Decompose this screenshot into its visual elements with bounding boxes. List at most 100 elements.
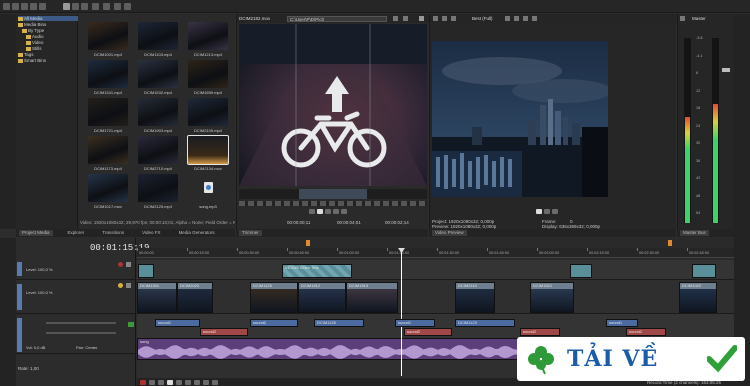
search-icon[interactable] — [124, 3, 131, 10]
preview-settings-icon[interactable] — [433, 16, 438, 21]
preview-pause-icon[interactable] — [544, 209, 550, 214]
master-fader-knob[interactable] — [722, 68, 730, 72]
track-3-handle-icon[interactable] — [17, 318, 22, 352]
media-thumbnail[interactable]: DCIM2125.mp4 — [134, 174, 182, 210]
preview-grid-icon[interactable] — [514, 16, 519, 21]
trimmer-timeline[interactable] — [239, 189, 427, 199]
next-frame-icon[interactable] — [203, 379, 209, 385]
media-tree-item[interactable]: All Media — [18, 16, 78, 21]
audio-clip[interactable]: sound2 — [520, 328, 560, 336]
track-3-pan-slider[interactable] — [46, 332, 116, 334]
media-thumbnail[interactable]: DCIM1017.mov — [84, 174, 132, 210]
track-2-mute-icon[interactable] — [118, 283, 123, 288]
track-1-handle-icon[interactable] — [17, 262, 22, 276]
trimmer-play-icon[interactable] — [317, 209, 323, 214]
open-icon[interactable] — [12, 3, 19, 10]
audio-clip[interactable]: sound1 — [606, 319, 638, 327]
close-icon[interactable] — [63, 3, 70, 10]
preview-overlay-icon[interactable] — [505, 16, 510, 21]
timeline-ruler[interactable]: 00:00:00 00:00:15:00 00:00:30:00 00:00:45:0… — [137, 248, 734, 258]
trimmer-selection[interactable] — [299, 189, 367, 199]
title-clip[interactable]: VEGAS Video Text — [282, 264, 352, 278]
audio-clip[interactable]: sound2 — [200, 328, 248, 336]
marker-2[interactable] — [668, 240, 672, 246]
preview-split-icon[interactable] — [451, 16, 456, 21]
marker-1[interactable] — [306, 240, 310, 246]
trimmer-next-icon[interactable] — [341, 209, 347, 214]
media-thumbnail[interactable]: DCIM1659.mp4 — [184, 60, 232, 96]
track-2-fx-icon[interactable] — [126, 283, 131, 288]
media-thumbnail[interactable]: DCIM2134.mov — [184, 135, 232, 172]
media-tree-item[interactable]: Media Bins — [18, 22, 78, 27]
media-thumbnail[interactable]: DCIM2710.mp4 — [134, 136, 182, 172]
media-thumbnail[interactable]: DCIM1213.mp4 — [184, 22, 232, 58]
title-clip-small-1[interactable] — [138, 264, 154, 278]
media-thumbnail[interactable]: DCIM1341.mp4 — [84, 60, 132, 96]
snap-icon[interactable] — [114, 3, 121, 10]
preview-fx-icon[interactable] — [442, 16, 447, 21]
save-icon[interactable] — [21, 3, 28, 10]
video-clip[interactable]: DCIM2023 — [177, 282, 213, 313]
tab-explorer[interactable]: Explorer — [65, 230, 88, 236]
trimmer-prev-icon[interactable] — [309, 209, 315, 214]
title-clip-small-2[interactable] — [570, 264, 592, 278]
tab-video-fx[interactable]: Video FX — [139, 230, 163, 236]
audio-clip[interactable]: DCIM1123 — [455, 319, 515, 327]
preview-stop-icon[interactable] — [552, 209, 558, 214]
media-tree-item[interactable]: Audio — [18, 34, 78, 39]
tab-trimmer[interactable]: Trimmer — [239, 230, 262, 236]
track-3-record-icon[interactable] — [128, 322, 134, 327]
master-fader[interactable] — [722, 38, 730, 223]
trimmer-path-field[interactable]: C:\User\P\D\Pict\ — [287, 15, 387, 22]
undo-icon[interactable] — [92, 3, 99, 10]
properties-icon[interactable] — [39, 3, 46, 10]
play-start-icon[interactable] — [158, 379, 164, 385]
audio-clip[interactable]: sound1 — [395, 319, 435, 327]
tab-video-preview[interactable]: Video Preview — [432, 230, 467, 236]
audio-clip[interactable]: sound2 — [626, 328, 666, 336]
media-tree-item[interactable]: Smart Bins — [18, 58, 78, 63]
track-2-handle-icon[interactable] — [17, 284, 22, 310]
media-thumbnail[interactable]: DCIM1001.mp4 — [84, 22, 132, 58]
media-tree-item[interactable]: Tags — [18, 52, 78, 57]
tab-transitions[interactable]: Transitions — [99, 230, 127, 236]
new-project-icon[interactable] — [3, 3, 10, 10]
video-clip[interactable]: DCIM1022 — [679, 282, 717, 313]
cut-icon[interactable] — [72, 3, 79, 10]
video-clip[interactable]: DCIM2110 — [455, 282, 495, 313]
prev-frame-icon[interactable] — [194, 379, 200, 385]
play-icon[interactable] — [167, 379, 173, 385]
trimmer-close-icon[interactable] — [419, 16, 424, 21]
preview-copy-icon[interactable] — [523, 16, 528, 21]
video-clip[interactable]: DCIM1521 — [530, 282, 574, 313]
title-clip-small-3[interactable] — [692, 264, 716, 278]
stop-icon[interactable] — [185, 379, 191, 385]
audio-clip[interactable]: sound2 — [404, 328, 452, 336]
preview-save-icon[interactable] — [532, 16, 537, 21]
video-clip[interactable]: DCIM1341 — [137, 282, 177, 313]
media-thumbnail[interactable]: DCIM1903.mp4 — [134, 98, 182, 134]
video-clip[interactable]: DCIM1125 — [250, 282, 298, 313]
trimmer-options-icon[interactable] — [393, 16, 398, 21]
media-thumbnail[interactable]: DCIM2105.mp4 — [184, 98, 232, 134]
track-3-volume-slider[interactable] — [46, 322, 116, 324]
media-thumbnail[interactable]: song.mp3 — [184, 174, 232, 210]
copy-icon[interactable] — [81, 3, 88, 10]
tab-media-generators[interactable]: Media Generators — [176, 230, 218, 236]
trimmer-pause-icon[interactable] — [325, 209, 331, 214]
media-thumbnail[interactable]: DCIM1532.mp4 — [134, 60, 182, 96]
audio-clip[interactable]: sound2 — [250, 319, 298, 327]
trimmer-stop-icon[interactable] — [333, 209, 339, 214]
render-icon[interactable] — [30, 3, 37, 10]
audio-clip[interactable]: sound1 — [155, 319, 200, 327]
trimmer-add-icon[interactable] — [403, 16, 408, 21]
track-1-mute-icon[interactable] — [118, 262, 123, 267]
end-icon[interactable] — [212, 379, 218, 385]
playhead[interactable] — [401, 248, 402, 376]
video-clip[interactable]: DCIM1912 — [298, 282, 346, 313]
audio-clip[interactable]: DCIM1125 — [314, 319, 364, 327]
video-clip[interactable]: DCIM1913 — [346, 282, 398, 313]
media-tree-item[interactable]: By Type — [18, 28, 78, 33]
preview-play-icon[interactable] — [536, 209, 542, 214]
media-thumbnail[interactable]: DCIM1173.mp4 — [84, 136, 132, 172]
